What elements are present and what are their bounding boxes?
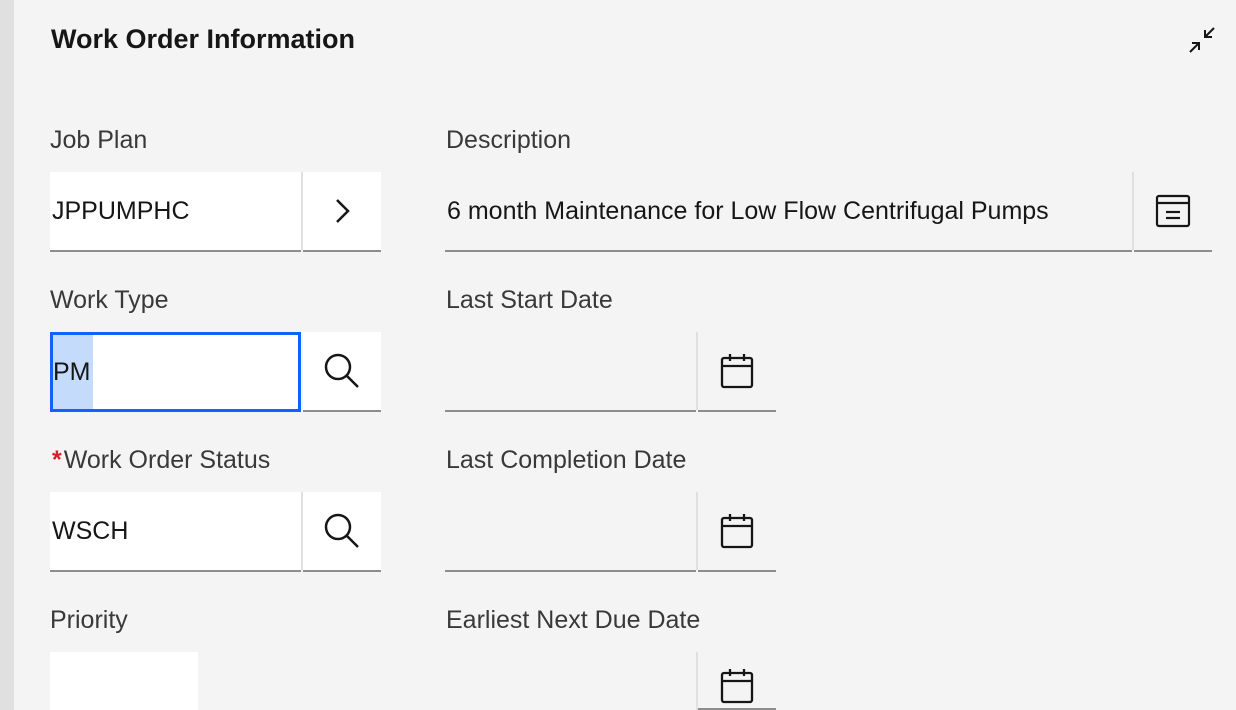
- description-field[interactable]: 6 month Maintenance for Low Flow Centrif…: [445, 172, 1132, 252]
- last-completion-date-label: Last Completion Date: [446, 446, 687, 474]
- job-plan-value: JPPUMPHC: [52, 196, 190, 225]
- priority-label: Priority: [50, 606, 128, 634]
- last-completion-date-input[interactable]: [445, 492, 696, 572]
- last-start-date-input[interactable]: [445, 332, 696, 412]
- search-icon: [323, 512, 361, 550]
- last-completion-date-calendar-button[interactable]: [698, 492, 776, 572]
- job-plan-label: Job Plan: [50, 126, 148, 154]
- work-order-information-panel: Work Order Information Job Plan JPPUMPHC…: [14, 0, 1236, 710]
- required-indicator: *: [52, 446, 62, 474]
- priority-input[interactable]: [50, 652, 198, 710]
- work-order-status-label: *Work Order Status: [52, 446, 270, 475]
- long-description-button[interactable]: [1134, 172, 1212, 252]
- last-start-date-label: Last Start Date: [446, 286, 613, 314]
- work-order-status-search-button[interactable]: [303, 492, 381, 572]
- work-order-status-label-text: Work Order Status: [63, 446, 271, 474]
- section-title: Work Order Information: [51, 24, 356, 54]
- description-label: Description: [446, 126, 572, 154]
- left-rail: [0, 0, 14, 710]
- last-start-date-calendar-button[interactable]: [698, 332, 776, 412]
- collapse-button[interactable]: [1184, 22, 1220, 58]
- collapse-arrows-icon: [1187, 25, 1217, 55]
- calendar-icon: [720, 353, 754, 389]
- calendar-icon: [720, 513, 754, 549]
- earliest-next-due-date-label: Earliest Next Due Date: [446, 606, 701, 634]
- earliest-next-due-date-calendar-button[interactable]: [698, 652, 776, 710]
- search-icon: [323, 352, 361, 390]
- job-plan-detail-button[interactable]: [303, 172, 381, 252]
- chevron-right-icon: [331, 196, 353, 226]
- long-description-icon: [1155, 194, 1191, 228]
- description-value: 6 month Maintenance for Low Flow Centrif…: [447, 196, 1049, 225]
- work-type-search-button[interactable]: [303, 332, 381, 412]
- work-type-input[interactable]: PM: [50, 332, 301, 412]
- work-order-status-value: WSCH: [52, 516, 129, 545]
- job-plan-field[interactable]: JPPUMPHC: [50, 172, 301, 252]
- earliest-next-due-date-input[interactable]: [445, 652, 696, 710]
- work-type-value: PM: [53, 335, 93, 409]
- calendar-icon: [720, 668, 754, 704]
- work-order-status-input[interactable]: WSCH: [50, 492, 301, 572]
- work-type-label: Work Type: [50, 286, 169, 314]
